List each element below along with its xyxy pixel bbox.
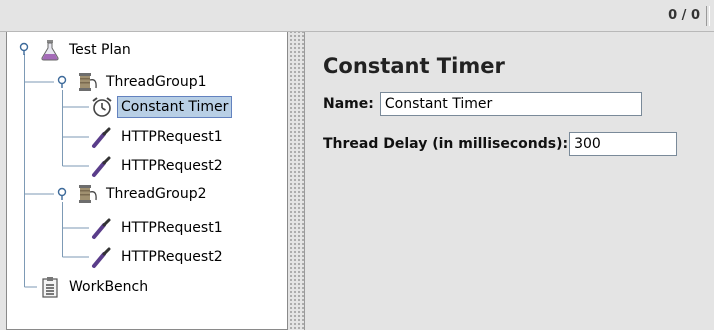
element-detail-panel: Constant Timer Name: Thread Delay (in mi… <box>304 32 714 330</box>
tree-node-test-plan[interactable]: Test Plan <box>38 38 135 62</box>
name-field-row: Name: <box>323 92 642 116</box>
name-input[interactable] <box>379 92 642 116</box>
expand-toggle-icon[interactable] <box>18 41 32 55</box>
tree-node-label: HTTPRequest1 <box>121 220 223 236</box>
pipette-icon <box>92 127 111 148</box>
spool-icon <box>79 185 97 203</box>
tree-node-label: HTTPRequest1 <box>121 129 223 145</box>
tree-node-httprequest1[interactable]: HTTPRequest1 <box>90 216 227 240</box>
top-toolbar: 0 / 0 <box>0 0 714 32</box>
split-pane-divider[interactable] <box>288 32 304 330</box>
tree-node-threadgroup2[interactable]: ThreadGroup2 <box>75 182 210 206</box>
panel-title: Constant Timer <box>323 54 505 78</box>
tree-node-label: ThreadGroup1 <box>106 74 207 90</box>
thread-counter: 0 / 0 <box>668 8 700 23</box>
name-label: Name: <box>323 96 374 112</box>
expand-toggle-icon[interactable] <box>56 74 70 88</box>
pipette-icon <box>92 247 111 268</box>
timer-icon <box>92 97 112 117</box>
pipette-icon <box>92 218 111 239</box>
tree-node-workbench[interactable]: WorkBench <box>38 275 152 299</box>
tree-node-httprequest1[interactable]: HTTPRequest1 <box>90 125 227 149</box>
tree-node-constant-timer[interactable]: Constant Timer <box>90 95 233 119</box>
clipboard-icon <box>42 277 58 298</box>
tree-node-label: Test Plan <box>69 42 131 58</box>
tree-node-httprequest2[interactable]: HTTPRequest2 <box>90 245 227 269</box>
tree-node-label: Constant Timer <box>117 96 233 118</box>
flask-icon <box>41 40 59 61</box>
expand-toggle-icon[interactable] <box>56 186 70 200</box>
tree-node-httprequest2[interactable]: HTTPRequest2 <box>90 154 227 178</box>
pipette-icon <box>92 156 111 177</box>
thread-delay-field-row: Thread Delay (in milliseconds): <box>323 132 678 156</box>
tree-node-threadgroup1[interactable]: ThreadGroup1 <box>75 70 210 94</box>
tree-node-label: ThreadGroup2 <box>106 186 207 202</box>
thread-delay-input[interactable] <box>569 132 678 156</box>
tree-node-label: WorkBench <box>69 279 149 295</box>
tree-node-label: HTTPRequest2 <box>121 249 223 265</box>
spool-icon <box>79 73 97 91</box>
test-plan-tree[interactable]: Test Plan ThreadGroup1 Constant Timer HT… <box>6 32 288 330</box>
thread-delay-label: Thread Delay (in milliseconds): <box>323 136 569 152</box>
jmeter-window: 0 / 0 Test Plan ThreadGroup1 Constant Ti… <box>0 0 714 330</box>
toolbar-separator <box>706 6 710 26</box>
tree-node-label: HTTPRequest2 <box>121 158 223 174</box>
